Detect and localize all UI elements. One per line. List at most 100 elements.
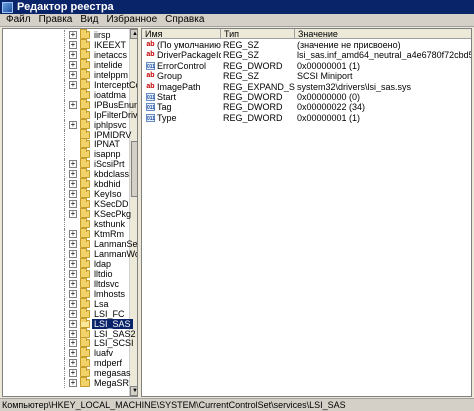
tree-connector-line — [64, 79, 65, 90]
expand-plus-icon[interactable]: + — [69, 170, 77, 179]
tree-item[interactable]: + LanmanWorl — [3, 247, 137, 259]
tree-item[interactable]: + LSI_SAS2 — [3, 327, 136, 339]
tree-item[interactable]: + luafv — [3, 347, 133, 359]
tree-item-label: KeyIso — [94, 189, 122, 200]
tree-item[interactable]: + LSI_SCSI — [3, 337, 134, 349]
tree-item[interactable]: ksthunk — [3, 218, 133, 230]
tree-item[interactable]: + MegaSR — [3, 377, 133, 389]
expand-plus-icon[interactable]: + — [69, 80, 77, 89]
tree-item[interactable]: + iScsiPrt — [3, 158, 133, 170]
tree-item[interactable]: + intelide — [3, 58, 133, 70]
expand-plus-icon[interactable]: + — [69, 309, 77, 318]
folder-icon — [80, 108, 90, 119]
column-header-type[interactable]: Тип — [221, 29, 295, 39]
folder-icon — [80, 158, 90, 169]
tree-item[interactable]: + KSecDD — [3, 198, 133, 210]
tree-item[interactable]: isapnp — [3, 148, 133, 160]
tree-item[interactable]: + lltdio — [3, 267, 133, 279]
tree-item[interactable]: + KSecPkg — [3, 208, 133, 220]
expand-plus-icon[interactable]: + — [69, 279, 77, 288]
value-row[interactable]: 011 Tag REG_DWORD 0x00000022 (34) — [142, 102, 471, 112]
folder-icon — [80, 377, 90, 388]
tree-item[interactable]: + kbdhid — [3, 178, 133, 190]
tree-item[interactable]: + ldap — [3, 257, 133, 269]
expand-plus-icon[interactable]: + — [69, 339, 77, 348]
menu-view[interactable]: Вид — [76, 14, 102, 26]
expand-plus-icon[interactable]: + — [69, 269, 77, 278]
value-row[interactable]: 011 Type REG_DWORD 0x00000001 (1) — [142, 113, 471, 123]
expand-plus-icon[interactable]: + — [69, 200, 77, 209]
expand-plus-icon[interactable]: + — [69, 160, 77, 169]
tree-item[interactable]: IpFilterDrive — [3, 108, 137, 120]
title-bar[interactable]: Редактор реестра — [0, 0, 474, 14]
tree-item[interactable]: + iphlpsvc — [3, 118, 133, 130]
expand-plus-icon[interactable]: + — [69, 359, 77, 368]
expand-plus-icon[interactable]: + — [69, 40, 77, 49]
tree-item[interactable]: + inetaccs — [3, 48, 133, 60]
expand-plus-icon[interactable]: + — [69, 379, 77, 388]
column-header-data[interactable]: Значение — [295, 29, 471, 39]
menu-edit[interactable]: Правка — [35, 14, 77, 26]
expand-plus-icon[interactable]: + — [69, 230, 77, 238]
tree-item[interactable]: + megasas — [3, 367, 133, 379]
expand-plus-icon[interactable]: + — [69, 289, 77, 298]
expand-plus-icon[interactable]: + — [69, 60, 77, 69]
expand-plus-icon[interactable]: + — [69, 70, 77, 79]
menu-file[interactable]: Файл — [2, 14, 35, 26]
tree-connector-line — [64, 99, 65, 110]
menu-favorites[interactable]: Избранное — [102, 14, 161, 26]
tree-item[interactable]: + InterceptCo — [3, 78, 137, 90]
folder-icon — [80, 208, 90, 219]
registry-key-tree[interactable]: ▲ ▼ + iirsp + IKEEXT + inetaccs + intelide + inte… — [2, 28, 138, 397]
expand-plus-icon[interactable]: + — [69, 369, 77, 378]
tree-connector-line — [64, 169, 65, 180]
expand-plus-icon[interactable]: + — [69, 329, 77, 338]
expand-plus-icon[interactable]: + — [69, 319, 77, 328]
tree-item[interactable]: + LSI_SAS — [3, 317, 133, 329]
value-row[interactable]: ab DriverPackageId REG_SZ lsi_sas.inf_amd64… — [142, 50, 471, 60]
tree-item[interactable]: + IPBusEnum — [3, 98, 137, 110]
tree-item[interactable]: + mdperf — [3, 357, 133, 369]
value-row[interactable]: 011 Start REG_DWORD 0x00000000 (0) — [142, 92, 471, 102]
tree-item[interactable]: + lltdsvc — [3, 277, 133, 289]
tree-connector-line — [64, 179, 65, 190]
tree-item[interactable]: + kbdclass — [3, 168, 133, 180]
value-name: ImagePath — [157, 81, 201, 92]
tree-item[interactable]: ioatdma — [3, 88, 133, 100]
expand-plus-icon[interactable]: + — [69, 50, 77, 59]
tree-item[interactable]: + Lsa — [3, 297, 133, 309]
expand-plus-icon[interactable]: + — [69, 210, 77, 219]
tree-item[interactable]: IPMIDRV — [3, 128, 133, 140]
tree-item[interactable]: + KeyIso — [3, 188, 133, 200]
tree-item[interactable]: + LSI_FC — [3, 307, 133, 319]
expand-plus-icon[interactable]: + — [69, 239, 77, 248]
column-header-name[interactable]: Имя — [142, 29, 221, 39]
tree-connector-line — [64, 159, 65, 170]
value-row[interactable]: ab (По умолчанию) REG_SZ (значение не присв… — [142, 40, 471, 50]
tree-item[interactable]: IPNAT — [3, 138, 133, 150]
expand-plus-icon[interactable]: + — [69, 100, 77, 109]
tree-connector-line — [64, 348, 65, 359]
expand-plus-icon[interactable]: + — [69, 249, 77, 258]
tree-item[interactable]: + lmhosts — [3, 287, 133, 299]
folder-icon — [80, 188, 90, 199]
tree-item[interactable]: + intelppm — [3, 68, 133, 80]
tree-connector-line — [64, 119, 65, 130]
menu-help[interactable]: Справка — [161, 14, 208, 26]
expand-plus-icon[interactable]: + — [69, 299, 77, 308]
folder-icon — [80, 78, 90, 89]
registry-editor-window: Редактор реестра Файл Правка Вид Избранн… — [0, 0, 474, 411]
tree-item[interactable]: + IKEEXT — [3, 38, 133, 50]
expand-plus-icon[interactable]: + — [69, 31, 77, 39]
expand-plus-icon[interactable]: + — [69, 349, 77, 358]
expand-plus-icon[interactable]: + — [69, 190, 77, 199]
tree-item[interactable]: + LanmanServ — [3, 237, 137, 249]
expand-plus-icon[interactable]: + — [69, 259, 77, 268]
expand-plus-icon[interactable]: + — [69, 120, 77, 129]
expand-plus-icon[interactable]: + — [69, 180, 77, 189]
tree-item[interactable]: + KtmRm — [3, 228, 133, 239]
value-row[interactable]: 011 ErrorControl REG_DWORD 0x00000001 (1) — [142, 61, 471, 71]
tree-item[interactable]: + iirsp — [3, 29, 133, 40]
value-row[interactable]: ab Group REG_SZ SCSI Miniport — [142, 71, 471, 81]
value-row[interactable]: ab ImagePath REG_EXPAND_SZ system32\drivers… — [142, 81, 471, 92]
